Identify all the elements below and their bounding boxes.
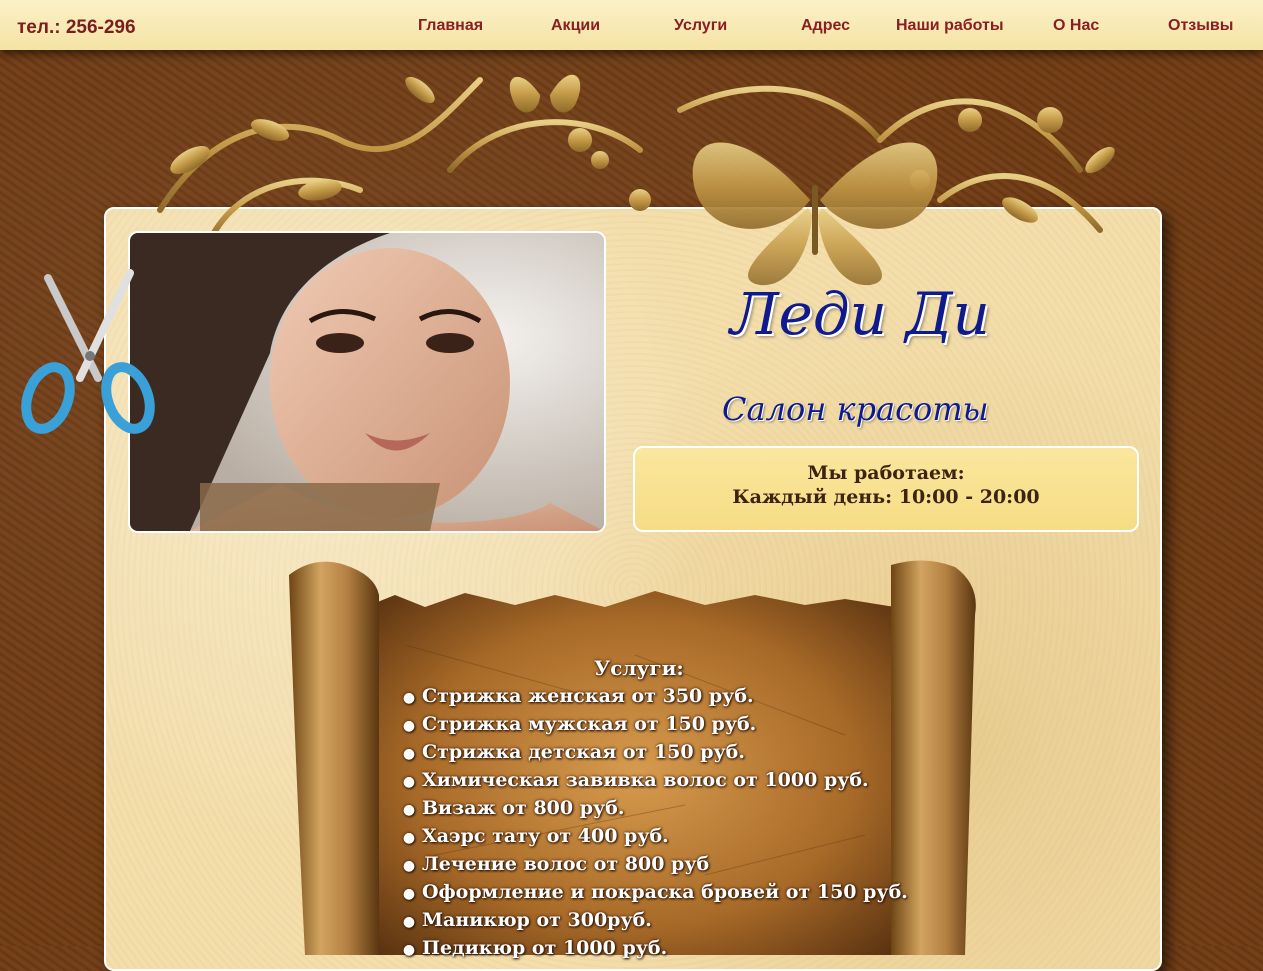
service-item: ● Хаэрс тату от 400 руб. — [396, 823, 908, 851]
service-item: ● Педикюр от 1000 руб. — [396, 935, 908, 963]
service-item-label: Стрижка женская от 350 руб. — [422, 685, 754, 707]
services-title: Услуги: — [594, 656, 684, 680]
services-list: ● Стрижка женская от 350 руб. ● Стрижка му… — [396, 683, 908, 963]
service-item-label: Химическая завивка волос от 1000 руб. — [422, 769, 869, 791]
nav-link-address[interactable]: Адрес — [801, 17, 850, 35]
brand-subtitle: Салон красоты — [722, 390, 989, 428]
service-item: ● Химическая завивка волос от 1000 руб. — [396, 767, 908, 795]
service-item-label: Хаэрс тату от 400 руб. — [422, 825, 669, 847]
nav-link-reviews[interactable]: Отзывы — [1168, 17, 1233, 35]
working-hours-box: Мы работаем: Каждый день: 10:00 - 20:00 — [633, 446, 1139, 532]
bullet-icon: ● — [402, 830, 416, 846]
bullet-icon: ● — [402, 802, 416, 818]
service-item-label: Стрижка мужская от 150 руб. — [422, 713, 757, 735]
service-item: ● Визаж от 800 руб. — [396, 795, 908, 823]
bullet-icon: ● — [402, 886, 416, 902]
service-item-label: Визаж от 800 руб. — [422, 797, 625, 819]
service-item-label: Стрижка детская от 150 руб. — [422, 741, 745, 763]
service-item-label: Педикюр от 1000 руб. — [422, 937, 668, 959]
service-item: ● Оформление и покраска бровей от 150 руб… — [396, 879, 908, 907]
working-hours-schedule: Каждый день: 10:00 - 20:00 — [732, 486, 1040, 508]
nav-link-promotions[interactable]: Акции — [551, 17, 600, 35]
bullet-icon: ● — [402, 942, 416, 958]
bullet-icon: ● — [402, 690, 416, 706]
service-item: ● Стрижка женская от 350 руб. — [396, 683, 908, 711]
brand-title: Леди Ди — [730, 280, 990, 348]
phone-number: тел.: 256-296 — [17, 17, 136, 38]
nav-link-our-works[interactable]: Наши работы — [896, 17, 1004, 35]
service-item-label: Лечение волос от 800 руб — [422, 853, 710, 875]
service-item-label: Оформление и покраска бровей от 150 руб. — [422, 881, 908, 903]
nav-link-about[interactable]: О Нас — [1053, 17, 1099, 35]
top-nav-bar: тел.: 256-296 Главная Акции Услуги Адрес… — [0, 0, 1263, 50]
nav-link-home[interactable]: Главная — [418, 17, 483, 35]
bullet-icon: ● — [402, 914, 416, 930]
bullet-icon: ● — [402, 718, 416, 734]
service-item: ● Лечение волос от 800 руб — [396, 851, 908, 879]
nav-link-services[interactable]: Услуги — [674, 17, 727, 35]
working-hours-heading: Мы работаем: — [807, 462, 965, 484]
service-item: ● Стрижка мужская от 150 руб. — [396, 711, 908, 739]
woman-portrait-image — [130, 233, 604, 531]
service-item-label: Маникюр от 300руб. — [422, 909, 652, 931]
hero-photo — [128, 231, 606, 533]
service-item: ● Стрижка детская от 150 руб. — [396, 739, 908, 767]
bullet-icon: ● — [402, 858, 416, 874]
bullet-icon: ● — [402, 774, 416, 790]
service-item: ● Маникюр от 300руб. — [396, 907, 908, 935]
scissors-icon — [21, 269, 155, 434]
bullet-icon: ● — [402, 746, 416, 762]
